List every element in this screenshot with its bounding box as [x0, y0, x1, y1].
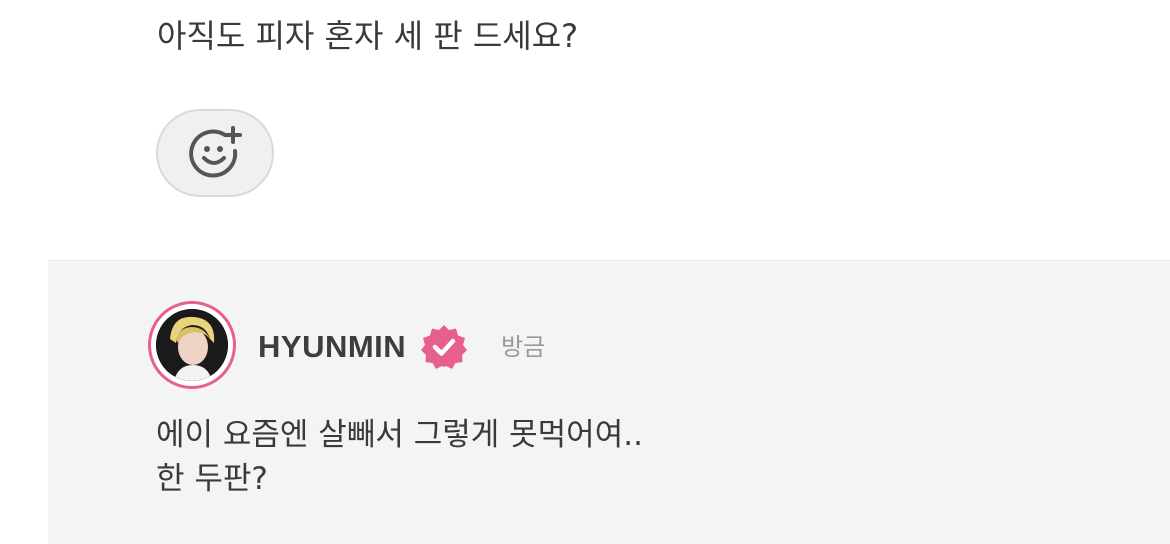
verified-badge-icon [421, 325, 467, 369]
post-text: 아직도 피자 혼자 세 판 드세요? [157, 17, 579, 55]
reply-line: 에이 요즘엔 살빼서 그렇게 못먹어여.. [156, 417, 643, 453]
add-reaction-button[interactable] [156, 109, 274, 197]
reply-section: HYUNMIN 방금 에이 요즘엔 살빼서 그렇게 못먹어여.. 한 두판? [48, 260, 1170, 544]
reply-text: 에이 요즘엔 살빼서 그렇게 못먹어여.. 한 두판? [156, 413, 643, 501]
smiley-plus-icon [189, 126, 242, 178]
username[interactable]: HYUNMIN [258, 329, 406, 365]
reply-line: 한 두판? [156, 461, 268, 497]
timestamp: 방금 [501, 333, 546, 361]
avatar-image [156, 309, 228, 381]
avatar[interactable] [148, 301, 236, 389]
post-section: 아직도 피자 혼자 세 판 드세요? [0, 0, 1170, 260]
